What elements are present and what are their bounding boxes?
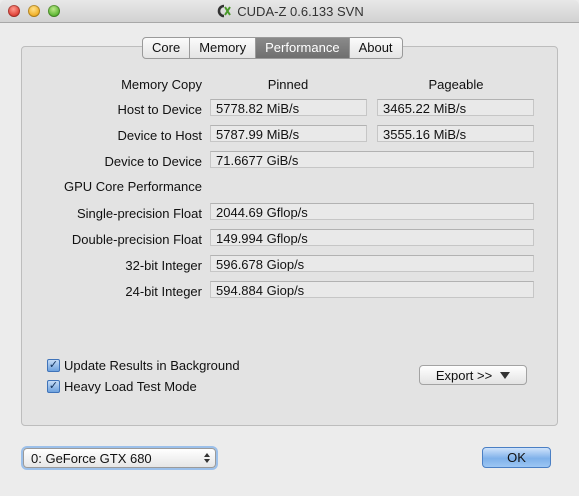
int24-label: 24-bit Integer bbox=[125, 284, 202, 299]
tab-performance[interactable]: Performance bbox=[256, 38, 350, 58]
title-bar: CUDA-Z 0.6.133 SVN bbox=[0, 0, 579, 23]
device-to-host-pageable-value: 3555.16 MiB/s bbox=[377, 125, 534, 142]
select-stepper-icon bbox=[203, 451, 211, 465]
host-to-device-pageable-value: 3465.22 MiB/s bbox=[377, 99, 534, 116]
heavy-load-option[interactable]: ✓ Heavy Load Test Mode bbox=[47, 379, 197, 394]
pinned-column-header: Pinned bbox=[267, 77, 309, 92]
tab-core[interactable]: Core bbox=[143, 38, 191, 58]
update-background-label: Update Results in Background bbox=[64, 358, 240, 373]
double-precision-label: Double-precision Float bbox=[71, 232, 202, 247]
device-select[interactable]: 0: GeForce GTX 680 bbox=[23, 448, 216, 468]
memory-copy-header: Memory Copy bbox=[121, 77, 202, 92]
int24-value: 594.884 Giop/s bbox=[210, 281, 534, 298]
device-to-host-pinned-value: 5787.99 MiB/s bbox=[210, 125, 367, 142]
single-precision-label: Single-precision Float bbox=[76, 206, 202, 221]
tab-memory[interactable]: Memory bbox=[190, 38, 257, 58]
device-select-value: 0: GeForce GTX 680 bbox=[31, 450, 152, 466]
cuda-z-logo-icon bbox=[218, 4, 232, 18]
host-to-device-label: Host to Device bbox=[117, 102, 202, 117]
heavy-load-label: Heavy Load Test Mode bbox=[64, 379, 197, 394]
double-precision-value: 149.994 Gflop/s bbox=[210, 229, 534, 246]
export-button-label: Export >> bbox=[435, 367, 493, 383]
device-to-host-label: Device to Host bbox=[117, 128, 202, 143]
pageable-column-header: Pageable bbox=[428, 77, 484, 92]
export-button[interactable]: Export >> bbox=[419, 365, 527, 385]
host-to-device-pinned-value: 5778.82 MiB/s bbox=[210, 99, 367, 116]
dropdown-arrow-icon bbox=[500, 371, 511, 379]
update-background-option[interactable]: ✓ Update Results in Background bbox=[47, 358, 240, 373]
heavy-load-checkbox[interactable]: ✓ bbox=[47, 380, 60, 393]
gpu-core-performance-header: GPU Core Performance bbox=[64, 179, 202, 194]
int32-label: 32-bit Integer bbox=[125, 258, 202, 273]
device-to-device-value: 71.6677 GiB/s bbox=[210, 151, 534, 168]
title-wrap: CUDA-Z 0.6.133 SVN bbox=[0, 0, 579, 22]
update-background-checkbox[interactable]: ✓ bbox=[47, 359, 60, 372]
single-precision-value: 2044.69 Gflop/s bbox=[210, 203, 534, 220]
ok-button[interactable]: OK bbox=[482, 447, 551, 468]
device-to-device-label: Device to Device bbox=[104, 154, 202, 169]
tab-about[interactable]: About bbox=[350, 38, 402, 58]
int32-value: 596.678 Giop/s bbox=[210, 255, 534, 272]
window-title: CUDA-Z 0.6.133 SVN bbox=[237, 3, 364, 19]
tab-bar: Core Memory Performance About bbox=[142, 37, 403, 59]
app-window: CUDA-Z 0.6.133 SVN Core Memory Performan… bbox=[0, 0, 579, 496]
